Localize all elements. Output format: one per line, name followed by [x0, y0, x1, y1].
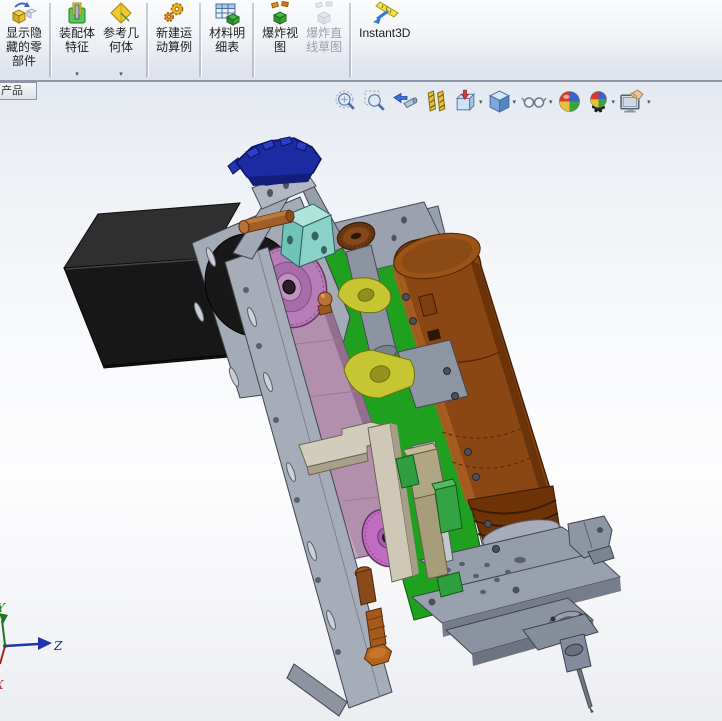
dropdown-caret-icon[interactable]: ▾	[647, 98, 651, 106]
graphics-viewport[interactable]: 产品 ▾ ▾ ▾ ▾ ▾ Z	[0, 82, 722, 721]
toolbar-button-instant3d[interactable]: Instant3D	[355, 0, 414, 81]
hide-show-items-icon	[521, 97, 547, 108]
orientation-triad: Y Z X	[0, 601, 63, 692]
toolbar-separator	[252, 3, 256, 77]
dropdown-caret-icon[interactable]: ▾	[612, 98, 616, 106]
exploded-view-icon	[267, 1, 293, 26]
triad-x-label: X	[0, 678, 4, 692]
graphics-area[interactable]: Y Z X	[0, 82, 722, 721]
dropdown-caret-icon[interactable]: ▾	[75, 70, 79, 79]
section-view-icon	[427, 90, 446, 112]
toolbar-separator	[349, 3, 353, 77]
hud-zoom-to-fit[interactable]	[333, 88, 360, 115]
hud-view-orientation[interactable]: ▾	[452, 88, 484, 115]
edit-appearance-icon	[620, 89, 644, 113]
display-style-icon	[488, 90, 510, 113]
explode-line-sketch-icon	[311, 1, 337, 26]
toolbar-button-exploded-view[interactable]: 爆炸视 图	[258, 0, 302, 81]
part-ball-pin[interactable]	[317, 291, 333, 316]
reference-geometry-icon	[108, 1, 134, 26]
dropdown-caret-icon[interactable]: ▾	[549, 98, 553, 106]
hud-section-view[interactable]	[423, 88, 450, 115]
view-orientation-icon	[455, 89, 476, 112]
previous-view-icon	[393, 92, 418, 109]
triad-y-label: Y	[0, 601, 6, 615]
toolbar-separator	[49, 3, 53, 77]
hud-zoom-to-area[interactable]	[362, 88, 389, 115]
command-manager-ribbon: 显示隐 藏的零 部件 装配体 特征 ▾ 参考几 何体 ▾ 新建运 动算例 材料明…	[0, 0, 722, 82]
toolbar-button-assembly-features[interactable]: 装配体 特征 ▾	[55, 0, 99, 81]
motion-study-icon	[161, 1, 187, 26]
dropdown-caret-icon[interactable]: ▾	[513, 98, 517, 106]
hud-apply-scene[interactable]	[556, 88, 583, 115]
document-tab[interactable]: 产品	[0, 82, 37, 100]
toolbar-separator	[199, 3, 203, 77]
instant3d-icon	[370, 1, 400, 26]
part-servo-bracket[interactable]	[227, 136, 322, 186]
assembly-features-icon	[64, 1, 90, 26]
apply-scene-icon	[558, 91, 580, 112]
zoom-to-fit-icon	[335, 90, 355, 110]
bom-table-icon	[214, 1, 241, 26]
view-settings-icon	[589, 91, 607, 113]
hud-hide-show-items[interactable]: ▾	[519, 88, 554, 115]
toolbar-button-reference-geometry[interactable]: 参考几 何体 ▾	[99, 0, 143, 81]
toolbar-button-explode-line-sketch: 爆炸直 线草图	[302, 0, 346, 81]
heads-up-view-toolbar: ▾ ▾ ▾ ▾ ▾	[333, 88, 652, 115]
dropdown-caret-icon[interactable]: ▾	[119, 70, 123, 79]
toolbar-button-bill-of-materials[interactable]: 材料明 细表	[205, 0, 249, 81]
triad-z-label: Z	[53, 639, 63, 653]
hud-display-style[interactable]: ▾	[486, 88, 518, 115]
dropdown-caret-icon[interactable]: ▾	[479, 98, 483, 106]
hud-view-settings[interactable]: ▾	[585, 88, 617, 115]
toolbar-button-show-hidden-components[interactable]: 显示隐 藏的零 部件	[2, 0, 46, 81]
zoom-to-area-icon	[364, 90, 385, 111]
show-hidden-components-icon	[10, 1, 38, 26]
hud-edit-appearance[interactable]: ▾	[618, 88, 652, 115]
toolbar-button-new-motion-study[interactable]: 新建运 动算例	[152, 0, 196, 81]
toolbar-separator	[146, 3, 150, 77]
hud-previous-view[interactable]	[391, 88, 421, 115]
